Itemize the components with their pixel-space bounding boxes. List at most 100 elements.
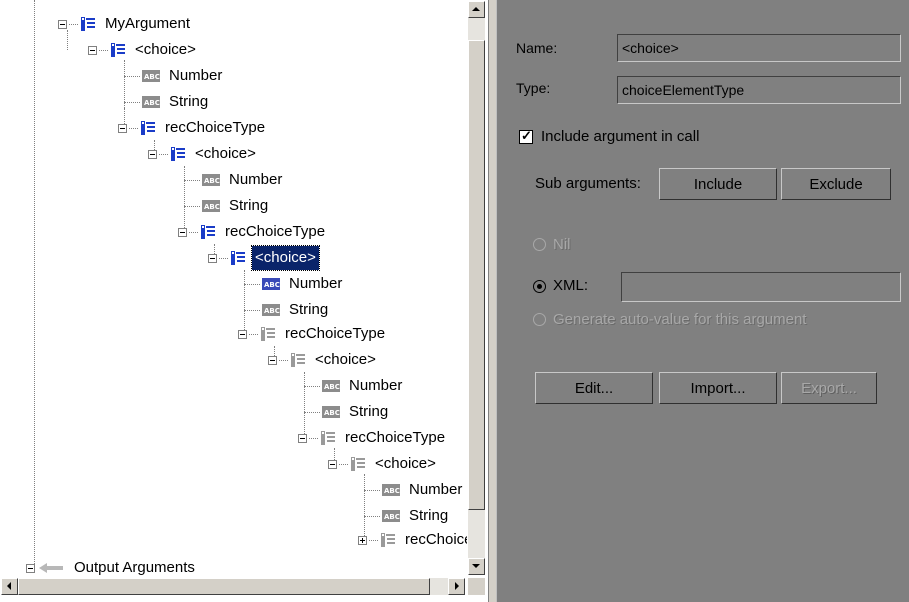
collapse-toggle-icon[interactable] bbox=[268, 355, 277, 365]
abc-icon: ABC bbox=[202, 174, 220, 186]
tree-node-string[interactable]: ABC String bbox=[184, 194, 271, 218]
include-argument-label[interactable]: Include argument in call bbox=[541, 128, 699, 145]
tree-node-string[interactable]: ABC String bbox=[304, 400, 391, 424]
vertical-scroll-thumb[interactable] bbox=[468, 40, 485, 510]
tree-node-choice[interactable]: <choice> bbox=[268, 348, 379, 372]
tree-connector bbox=[69, 23, 78, 25]
collapse-toggle-icon[interactable] bbox=[328, 459, 337, 469]
collapse-toggle-icon[interactable] bbox=[178, 227, 187, 237]
abc-icon: ABC bbox=[142, 70, 160, 82]
tree-node-string[interactable]: ABC String bbox=[124, 90, 211, 114]
tree-node-label: String bbox=[229, 197, 269, 214]
tree-node-choice[interactable]: <choice> bbox=[328, 452, 439, 476]
struct-icon bbox=[350, 456, 366, 472]
tree-node-string[interactable]: ABC String bbox=[364, 504, 451, 528]
tree-node-label: String bbox=[289, 301, 329, 318]
tree-node-number[interactable]: ABC Number bbox=[304, 374, 405, 398]
tree-node-label: <choice> bbox=[315, 351, 376, 368]
edit-button[interactable]: Edit... bbox=[535, 372, 653, 404]
tree-connector bbox=[184, 179, 200, 181]
tree-connector bbox=[249, 333, 258, 335]
tree-connector bbox=[309, 437, 318, 439]
nil-radio[interactable] bbox=[533, 238, 546, 251]
tree-node-choice-selected[interactable]: <choice> bbox=[208, 245, 320, 271]
tree-node-label: Number bbox=[229, 171, 283, 188]
tree-connector bbox=[184, 205, 200, 207]
collapse-toggle-icon[interactable] bbox=[238, 329, 247, 339]
collapse-toggle-icon[interactable] bbox=[148, 149, 157, 159]
tree-guide-line bbox=[34, 0, 35, 570]
collapse-toggle-icon[interactable] bbox=[26, 563, 35, 573]
generate-auto-value-label: Generate auto-value for this argument bbox=[553, 311, 807, 328]
tree-connector bbox=[304, 385, 320, 387]
tree-node-string[interactable]: ABC String bbox=[244, 298, 331, 322]
tree-node-label: Number bbox=[349, 377, 403, 394]
include-argument-checkbox[interactable]: ✓ bbox=[519, 128, 533, 144]
abc-icon: ABC bbox=[262, 304, 280, 316]
collapse-toggle-icon[interactable] bbox=[88, 45, 97, 55]
tree-node-label: Number bbox=[169, 67, 223, 84]
struct-icon bbox=[260, 326, 276, 342]
struct-icon bbox=[380, 532, 396, 548]
tree-node-label: String bbox=[169, 93, 209, 110]
tree-node-output-arguments[interactable]: Output Arguments bbox=[26, 556, 198, 576]
tree-connector bbox=[369, 539, 378, 541]
tree-node-label: recChoiceType bbox=[285, 325, 386, 342]
expand-toggle-icon[interactable] bbox=[358, 535, 367, 545]
include-button[interactable]: Include bbox=[659, 168, 777, 200]
tree-node-label: <choice> bbox=[195, 145, 256, 162]
tree-node-recchoicetype[interactable]: recChoiceType bbox=[298, 426, 448, 450]
scroll-right-button[interactable] bbox=[448, 578, 465, 595]
svg-text:ABC: ABC bbox=[204, 177, 220, 185]
sub-arguments-label: Sub arguments: bbox=[535, 175, 641, 192]
tree-node-choice[interactable]: <choice> bbox=[88, 38, 199, 62]
collapse-toggle-icon[interactable] bbox=[298, 433, 307, 443]
svg-text:ABC: ABC bbox=[204, 203, 220, 211]
tree-node-label: Output Arguments bbox=[74, 559, 195, 576]
tree-connector bbox=[219, 257, 228, 259]
generate-auto-value-radio[interactable] bbox=[533, 313, 546, 326]
tree-node-number[interactable]: ABC Number bbox=[184, 168, 285, 192]
tree-node-label: Number bbox=[289, 275, 343, 292]
checkmark-icon: ✓ bbox=[521, 128, 532, 143]
scroll-left-button[interactable] bbox=[1, 578, 18, 595]
name-field[interactable]: <choice> bbox=[617, 34, 901, 62]
collapse-toggle-icon[interactable] bbox=[208, 253, 217, 263]
svg-text:ABC: ABC bbox=[384, 513, 400, 521]
tree-node-label: MyArgument bbox=[105, 15, 191, 32]
tree-node-number[interactable]: ABC Number bbox=[244, 272, 345, 296]
xml-value-field[interactable] bbox=[621, 272, 901, 302]
radio-selected-dot bbox=[537, 284, 542, 289]
tree-connector bbox=[189, 231, 198, 233]
tree-connector bbox=[129, 127, 138, 129]
tree-node-label: <choice> bbox=[375, 455, 436, 472]
export-button[interactable]: Export... bbox=[781, 372, 877, 404]
svg-text:ABC: ABC bbox=[264, 307, 280, 315]
tree-node-recchoicetype[interactable]: recChoiceType bbox=[238, 322, 388, 346]
scroll-down-button[interactable] bbox=[468, 558, 485, 575]
exclude-button[interactable]: Exclude bbox=[781, 168, 891, 200]
tree-connector bbox=[124, 75, 140, 77]
tree-node-number[interactable]: ABC Number bbox=[124, 64, 225, 88]
tree-node-label: <choice> bbox=[251, 245, 320, 271]
import-button[interactable]: Import... bbox=[659, 372, 777, 404]
tree-node-number[interactable]: ABC Number bbox=[364, 478, 465, 502]
type-label: Type: bbox=[516, 80, 551, 96]
abc-icon: ABC bbox=[382, 510, 400, 522]
tree-node-recchoicetype[interactable]: recChoiceType bbox=[358, 528, 467, 552]
tree-node-myargument[interactable]: MyArgument bbox=[58, 12, 193, 36]
collapse-toggle-icon[interactable] bbox=[58, 19, 67, 29]
horizontal-scroll-thumb[interactable] bbox=[18, 578, 430, 595]
scroll-up-button[interactable] bbox=[468, 1, 485, 18]
abc-icon: ABC bbox=[382, 484, 400, 496]
struct-icon bbox=[200, 224, 216, 240]
collapse-toggle-icon[interactable] bbox=[118, 123, 127, 133]
tree-node-choice[interactable]: <choice> bbox=[148, 142, 259, 166]
tree-node-recchoicetype[interactable]: recChoiceType bbox=[118, 116, 268, 140]
xml-radio[interactable] bbox=[533, 280, 546, 293]
type-field[interactable]: choiceElementType bbox=[617, 76, 901, 104]
struct-icon bbox=[170, 146, 186, 162]
tree-node-recchoicetype[interactable]: recChoiceType bbox=[178, 220, 328, 244]
argument-tree[interactable]: MyArgument <choice> ABC Number ABC Strin… bbox=[0, 0, 467, 576]
name-label: Name: bbox=[516, 40, 558, 56]
